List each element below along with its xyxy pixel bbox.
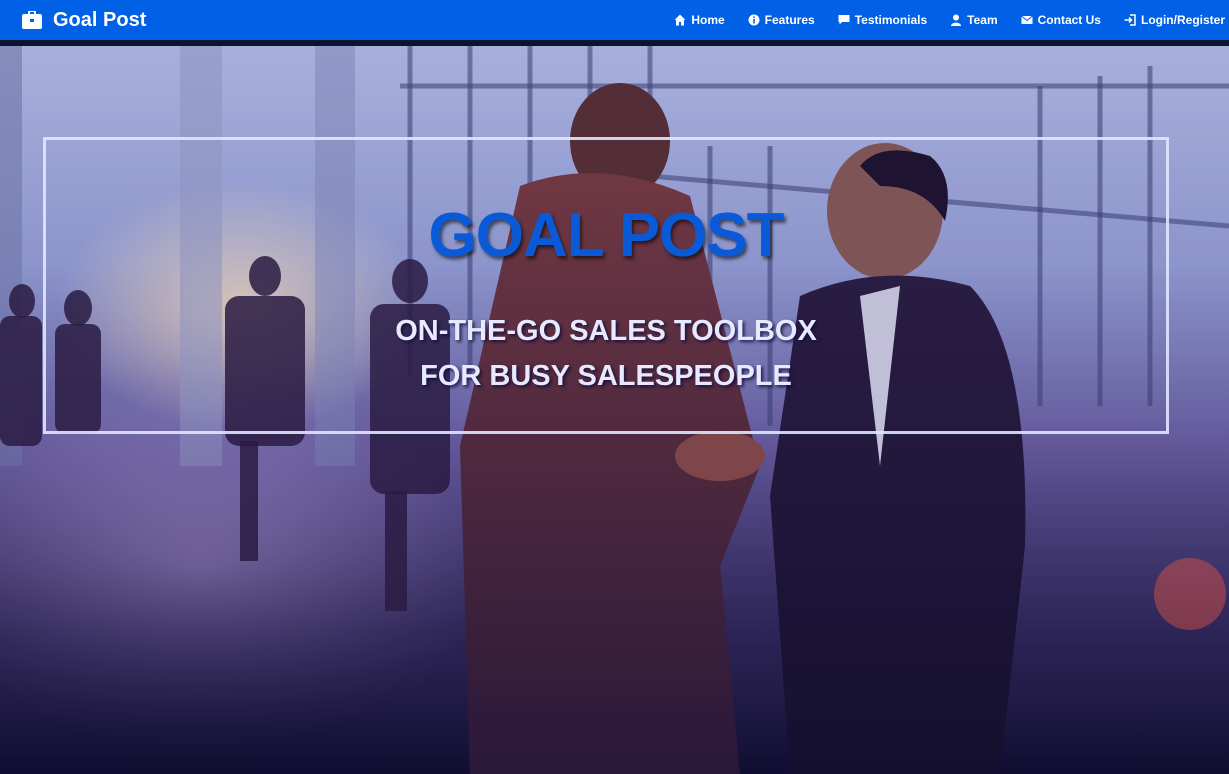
hero-subtitle-line-2: FOR BUSY SALESPEOPLE xyxy=(420,360,792,392)
briefcase-icon xyxy=(22,10,42,29)
nav-links: Home Features Testimonials Team Contact … xyxy=(674,0,1229,40)
nav-item-label: Team xyxy=(967,13,998,27)
nav-item-home[interactable]: Home xyxy=(674,13,725,27)
envelope-icon xyxy=(1020,14,1033,26)
info-icon xyxy=(748,14,760,26)
top-navbar: Goal Post Home Features Testimonials Tea… xyxy=(0,0,1229,46)
hero-frame: GOAL POST ON-THE-GO SALES TOOLBOX FOR BU… xyxy=(43,137,1169,434)
user-icon xyxy=(950,14,962,26)
hero-subtitle: ON-THE-GO SALES TOOLBOX FOR BUSY SALESPE… xyxy=(46,309,1166,399)
home-icon xyxy=(674,14,686,26)
nav-item-label: Login/Register xyxy=(1140,13,1225,27)
login-icon xyxy=(1124,14,1136,26)
nav-item-label: Contact Us xyxy=(1037,13,1101,27)
nav-item-label: Features xyxy=(764,13,815,27)
nav-item-team[interactable]: Team xyxy=(950,13,998,27)
nav-item-label: Home xyxy=(691,13,725,27)
hero-subtitle-line-1: ON-THE-GO SALES TOOLBOX xyxy=(395,315,817,347)
comment-icon xyxy=(838,14,850,26)
hero-section: GOAL POST ON-THE-GO SALES TOOLBOX FOR BU… xyxy=(0,46,1229,774)
hero-title: GOAL POST xyxy=(428,201,784,270)
nav-item-contact[interactable]: Contact Us xyxy=(1020,13,1101,27)
brand-link[interactable]: Goal Post xyxy=(22,9,146,32)
nav-item-features[interactable]: Features xyxy=(748,13,815,27)
brand-name: Goal Post xyxy=(53,8,147,31)
nav-item-label: Testimonials xyxy=(854,13,928,27)
nav-item-testimonials[interactable]: Testimonials xyxy=(838,13,927,27)
nav-item-login[interactable]: Login/Register xyxy=(1124,13,1225,27)
